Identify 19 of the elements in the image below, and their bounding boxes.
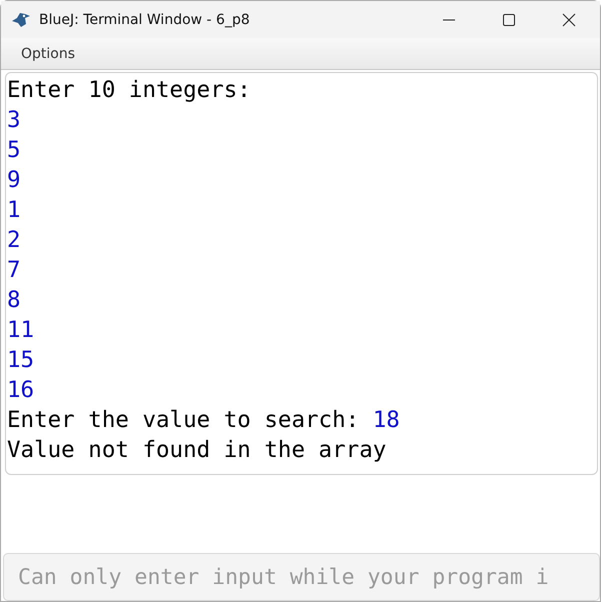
user-input-text: 11 [7, 317, 34, 343]
close-icon[interactable] [562, 12, 576, 26]
user-input-text: 8 [7, 287, 21, 313]
output-text: Enter the value to search: [7, 407, 360, 433]
user-input-text: 16 [7, 377, 34, 403]
output-text: Value not found in the array [7, 437, 386, 463]
user-input-text: 18 [372, 407, 400, 433]
output-text: Enter 10 integers: [7, 77, 251, 103]
user-input-text: 5 [7, 137, 21, 163]
user-input-text: 1 [7, 197, 21, 223]
user-input-text: 15 [7, 347, 34, 373]
menu-item[interactable]: Options [13, 44, 84, 64]
user-input-text: 2 [7, 227, 21, 253]
user-input-text: 3 [7, 107, 21, 133]
user-input-text: 7 [7, 257, 21, 283]
window-title: BlueJ: Terminal Window - 6_p8 [39, 12, 250, 28]
maximize-icon[interactable] [502, 12, 516, 26]
bird-icon [11, 12, 31, 28]
user-input-text: 9 [7, 167, 21, 193]
